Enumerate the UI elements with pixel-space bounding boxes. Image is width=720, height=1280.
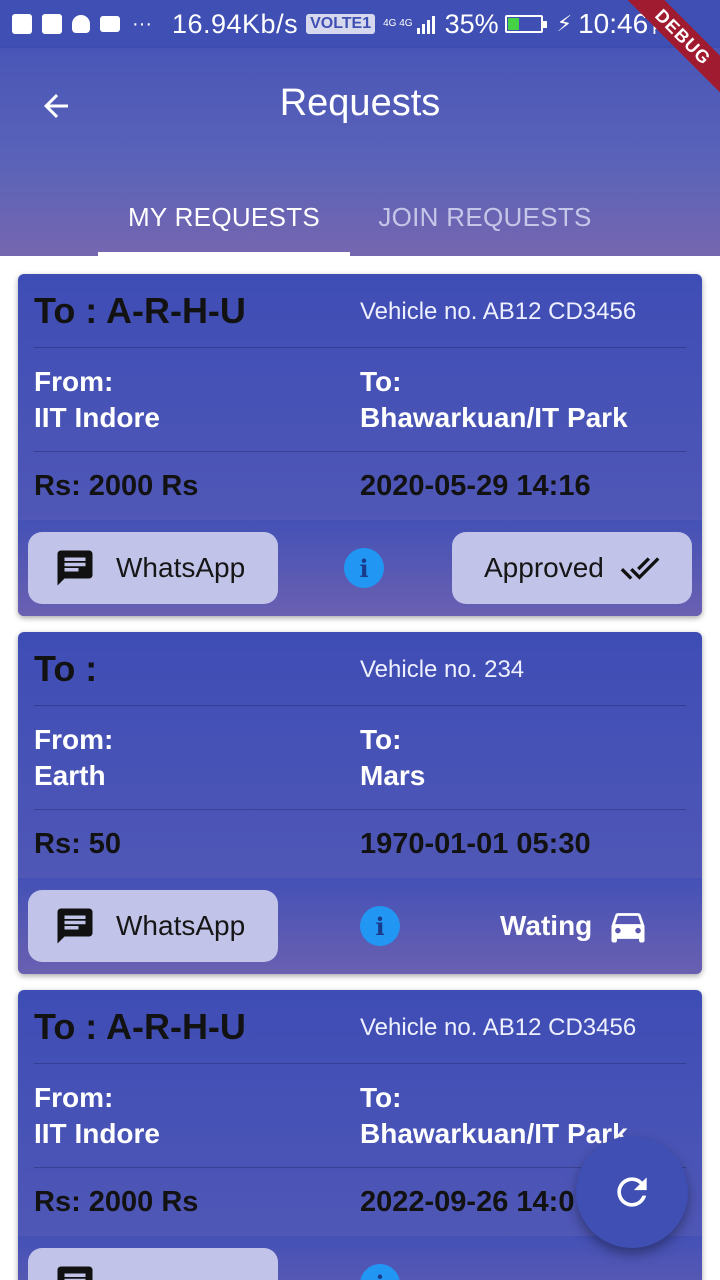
signal-icon <box>416 14 435 34</box>
divider <box>34 1063 686 1064</box>
request-list[interactable]: To : A-R-H-U Vehicle no. AB12 CD3456 Fro… <box>0 256 720 1280</box>
to-value: Bhawarkuan/IT Park <box>360 1118 628 1149</box>
to-label: To: <box>360 1082 402 1113</box>
status-bar: ··· 16.94Kb/s VOLTE1 4G 4G 35% ⚡ 10:46 P… <box>0 0 720 48</box>
clock: 10:46 <box>578 8 649 39</box>
chat-icon <box>57 550 93 586</box>
notification-icons: ··· <box>12 14 152 34</box>
divider <box>34 809 686 810</box>
from-label: From: <box>34 1082 114 1113</box>
whatsapp-button[interactable]: WhatsApp <box>28 890 278 962</box>
from-value: Earth <box>34 760 106 791</box>
vehicle-number: Vehicle no. 234 <box>360 656 525 683</box>
chat-icon <box>57 1266 93 1280</box>
usb-icon <box>42 14 62 34</box>
from-label: From: <box>34 366 114 397</box>
gallery-icon <box>12 14 32 34</box>
chat-icon <box>57 908 93 944</box>
battery-percent: 35% <box>444 8 499 39</box>
divider <box>34 347 686 348</box>
to-value: Bhawarkuan/IT Park <box>360 402 628 433</box>
whatsapp-button[interactable] <box>28 1248 278 1280</box>
price: Rs: 2000 Rs <box>34 1186 199 1218</box>
vehicle-number: Vehicle no. AB12 CD3456 <box>360 1014 637 1041</box>
status-indicator: Wating <box>500 890 650 962</box>
android-debug-icon <box>72 15 90 33</box>
refresh-icon <box>617 1177 647 1207</box>
to-block: To: Bhawarkuan/IT Park <box>360 364 628 436</box>
volte-badge: VOLTE1 <box>306 14 376 34</box>
vehicle-number: Vehicle no. AB12 CD3456 <box>360 298 637 325</box>
info-icon[interactable]: i <box>360 1264 400 1280</box>
status-label: Approved <box>484 552 604 583</box>
charging-icon: ⚡ <box>556 11 573 36</box>
info-icon[interactable]: i <box>344 548 384 588</box>
datetime: 2020-05-29 14:16 <box>360 470 591 502</box>
refresh-button[interactable] <box>576 1136 688 1248</box>
tab-my-requests[interactable]: MY REQUESTS <box>98 178 350 256</box>
from-value: IIT Indore <box>34 1118 160 1149</box>
to-block: To: Mars <box>360 722 425 794</box>
whatsapp-label: WhatsApp <box>116 552 246 583</box>
to-block: To: Bhawarkuan/IT Park <box>360 1080 628 1152</box>
price: Rs: 2000 Rs <box>34 470 199 502</box>
price: Rs: 50 <box>34 828 122 860</box>
more-notifications-icon: ··· <box>132 13 152 35</box>
whatsapp-button[interactable]: WhatsApp <box>28 532 278 604</box>
to-label: To: <box>360 366 402 397</box>
datetime: 1970-01-01 05:30 <box>360 828 591 860</box>
car-icon <box>611 913 645 943</box>
tab-join-requests[interactable]: JOIN REQUESTS <box>350 178 620 256</box>
page-title: Requests <box>279 82 441 124</box>
info-icon[interactable]: i <box>360 906 400 946</box>
card-actions: WhatsApp i Wating <box>18 878 702 974</box>
divider <box>34 705 686 706</box>
status-label: Wating <box>500 910 593 941</box>
card-actions: WhatsApp i Approved <box>18 520 702 616</box>
datetime: 2022-09-26 14:0 <box>360 1186 575 1218</box>
status-button[interactable]: Approved <box>452 532 692 604</box>
whatsapp-label: WhatsApp <box>116 910 246 941</box>
app-bar: Requests MY REQUESTS JOIN REQUESTS <box>0 48 720 256</box>
network-speed: 16.94Kb/s <box>171 8 299 39</box>
network-type: 4G 4G <box>383 18 413 29</box>
request-card: To : Vehicle no. 234 From: Earth To: Mar… <box>18 632 702 974</box>
from-label: From: <box>34 724 114 755</box>
battery-icon <box>504 15 547 33</box>
to-label: To: <box>360 724 402 755</box>
from-value: IIT Indore <box>34 402 160 433</box>
double-check-icon <box>620 557 660 580</box>
tab-bar: MY REQUESTS JOIN REQUESTS <box>0 178 720 256</box>
to-value: Mars <box>360 760 426 791</box>
divider <box>34 451 686 452</box>
from-block: From: IIT Indore <box>34 1080 160 1152</box>
card-actions: i <box>18 1236 702 1280</box>
from-block: From: Earth <box>34 722 113 794</box>
request-card: To : A-R-H-U Vehicle no. AB12 CD3456 Fro… <box>18 274 702 616</box>
from-block: From: IIT Indore <box>34 364 160 436</box>
mail-icon <box>100 16 120 32</box>
